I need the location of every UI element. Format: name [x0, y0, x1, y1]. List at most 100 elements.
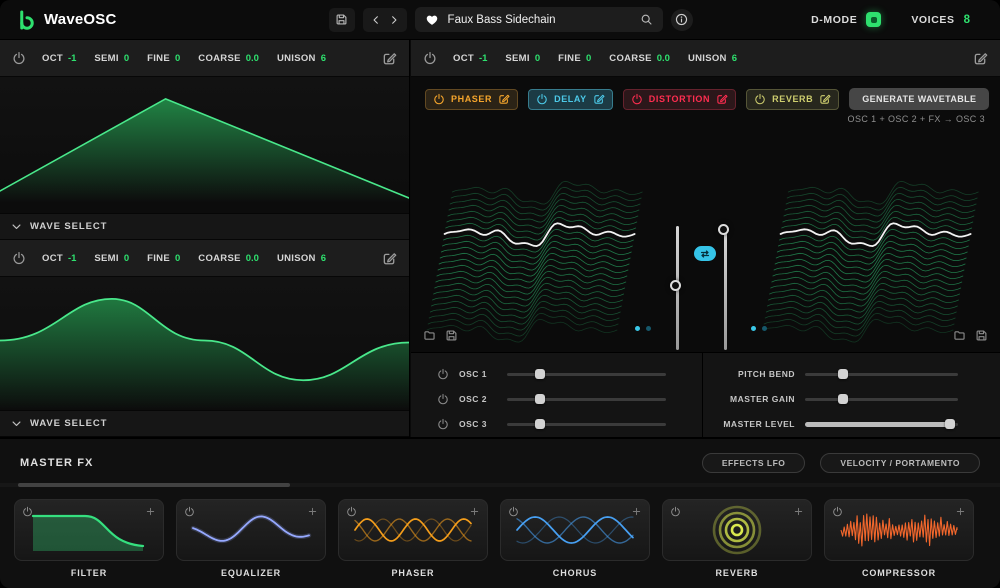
plus-icon[interactable] — [307, 506, 318, 517]
plus-icon[interactable] — [631, 506, 642, 517]
plus-icon[interactable] — [145, 506, 156, 517]
edit-icon[interactable] — [382, 51, 397, 66]
d-mode-toggle[interactable] — [866, 12, 881, 27]
osc3-fine-param[interactable]: FINE0 — [558, 53, 591, 64]
osc2-fine-param[interactable]: FINE0 — [147, 253, 180, 264]
master-gain-slider[interactable] — [805, 393, 958, 405]
voices-value[interactable]: 8 — [964, 14, 970, 26]
power-icon[interactable] — [12, 251, 26, 265]
next-preset-icon[interactable] — [388, 14, 400, 26]
page-dot[interactable] — [635, 326, 640, 331]
fx-slot-reverb[interactable]: REVERB — [746, 89, 839, 110]
osc3-level-slider[interactable] — [507, 418, 666, 430]
osc2-unison-param[interactable]: UNISON6 — [277, 253, 326, 264]
osc3-unison-param[interactable]: UNISON6 — [688, 53, 737, 64]
power-icon[interactable] — [22, 506, 33, 517]
favorite-heart-icon[interactable] — [425, 13, 439, 27]
osc3-coarse-param[interactable]: COARSE0.0 — [609, 53, 670, 64]
wavetable-morph-slider-right[interactable] — [724, 226, 727, 350]
osc2-waveform-display[interactable] — [0, 277, 409, 411]
power-icon[interactable] — [437, 418, 449, 430]
edit-icon[interactable] — [382, 251, 397, 266]
osc1-semi-param[interactable]: SEMI0 — [94, 53, 129, 64]
power-icon[interactable] — [346, 506, 357, 517]
osc1-level-slider[interactable] — [507, 368, 666, 380]
power-icon[interactable] — [631, 93, 643, 105]
edit-icon[interactable] — [819, 93, 831, 105]
plus-icon[interactable] — [469, 506, 480, 517]
folder-icon[interactable] — [953, 329, 966, 342]
save-icon[interactable] — [445, 329, 458, 342]
osc3-semi-param[interactable]: SEMI0 — [505, 53, 540, 64]
param-label: UNISON — [277, 253, 316, 264]
power-icon[interactable] — [437, 368, 449, 380]
power-icon[interactable] — [437, 393, 449, 405]
osc2-oct-param[interactable]: OCT-1 — [42, 253, 76, 264]
power-icon[interactable] — [536, 93, 548, 105]
power-icon[interactable] — [184, 506, 195, 517]
page-dot[interactable] — [751, 326, 756, 331]
compressor-card-button[interactable] — [824, 499, 974, 561]
slider-handle[interactable] — [838, 369, 848, 379]
link-sliders-button[interactable] — [694, 246, 716, 261]
effects-lfo-button[interactable]: EFFECTS LFO — [702, 453, 806, 473]
velocity-portamento-button[interactable]: VELOCITY / PORTAMENTO — [820, 453, 980, 473]
filter-card-button[interactable] — [14, 499, 164, 561]
power-icon[interactable] — [433, 93, 445, 105]
save-icon[interactable] — [975, 329, 988, 342]
info-button[interactable] — [671, 9, 693, 31]
osc1-fine-param[interactable]: FINE0 — [147, 53, 180, 64]
slider-handle[interactable] — [535, 419, 545, 429]
osc2-level-slider[interactable] — [507, 393, 666, 405]
edit-icon[interactable] — [973, 51, 988, 66]
slider-handle[interactable] — [838, 394, 848, 404]
fx-slot-delay[interactable]: DELAY — [528, 89, 613, 110]
slider-handle-right[interactable] — [718, 224, 729, 235]
pitch-bend-slider[interactable] — [805, 368, 958, 380]
slider-handle-left[interactable] — [670, 280, 681, 291]
osc3-oct-param[interactable]: OCT-1 — [453, 53, 487, 64]
edit-icon[interactable] — [498, 93, 510, 105]
power-icon[interactable] — [670, 506, 681, 517]
reverb-card-button[interactable] — [662, 499, 812, 561]
power-icon[interactable] — [832, 506, 843, 517]
osc1-waveform-display[interactable] — [0, 77, 409, 214]
slider-handle[interactable] — [535, 394, 545, 404]
edit-icon[interactable] — [716, 93, 728, 105]
osc1-coarse-param[interactable]: COARSE0.0 — [198, 53, 259, 64]
fx-slot-phaser[interactable]: PHASER — [425, 89, 518, 110]
power-icon[interactable] — [12, 51, 26, 65]
plus-icon[interactable] — [793, 506, 804, 517]
plus-icon[interactable] — [955, 506, 966, 517]
edit-icon[interactable] — [593, 93, 605, 105]
equalizer-card-button[interactable] — [176, 499, 326, 561]
power-icon[interactable] — [508, 506, 519, 517]
wavetable-display[interactable] — [411, 124, 1000, 352]
scrollbar-thumb[interactable] — [18, 483, 290, 487]
power-icon[interactable] — [423, 51, 437, 65]
page-dot[interactable] — [762, 326, 767, 331]
master-level-slider[interactable] — [805, 418, 958, 430]
fx-card-equalizer: EQUALIZER — [176, 499, 326, 578]
osc1-wave-select[interactable]: WAVE SELECT — [0, 214, 409, 240]
chorus-card-button[interactable] — [500, 499, 650, 561]
preset-selector[interactable]: Faux Bass Sidechain — [415, 7, 663, 32]
osc1-oct-param[interactable]: OCT-1 — [42, 53, 76, 64]
osc2-semi-param[interactable]: SEMI0 — [94, 253, 129, 264]
osc2-wave-select[interactable]: WAVE SELECT — [0, 411, 409, 437]
fx-slot-distortion[interactable]: DISTORTION — [623, 89, 736, 110]
save-preset-button[interactable] — [329, 8, 355, 32]
slider-handle[interactable] — [945, 419, 955, 429]
fx-scrollbar[interactable] — [0, 483, 1000, 487]
slider-handle[interactable] — [535, 369, 545, 379]
param-label: SEMI — [505, 53, 529, 64]
folder-icon[interactable] — [423, 329, 436, 342]
generate-wavetable-button[interactable]: GENERATE WAVETABLE — [849, 88, 989, 110]
osc2-coarse-param[interactable]: COARSE0.0 — [198, 253, 259, 264]
search-icon[interactable] — [640, 13, 653, 26]
page-dot[interactable] — [646, 326, 651, 331]
power-icon[interactable] — [754, 93, 766, 105]
osc1-unison-param[interactable]: UNISON6 — [277, 53, 326, 64]
previous-preset-icon[interactable] — [370, 14, 382, 26]
phaser-card-button[interactable] — [338, 499, 488, 561]
